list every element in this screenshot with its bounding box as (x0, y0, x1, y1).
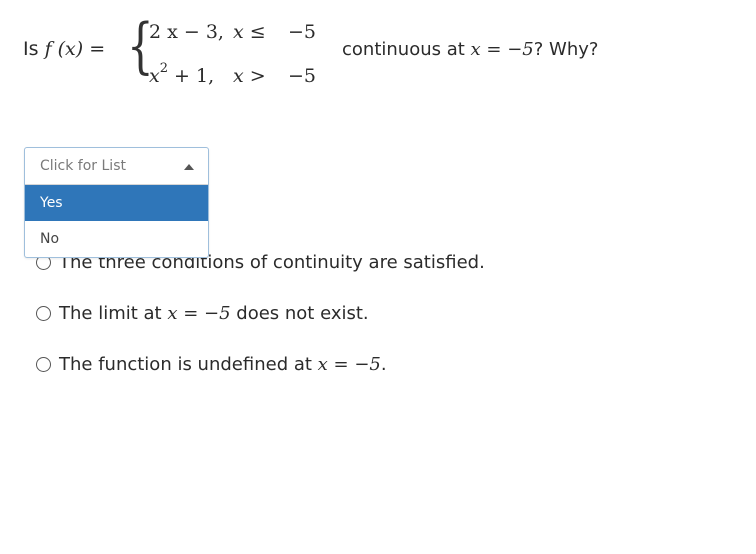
radio-button[interactable] (36, 306, 51, 321)
piece2-value: −5 (288, 65, 317, 87)
option-label: Yes (40, 195, 63, 211)
function-lhs: f (x) = (44, 38, 106, 60)
suffix-math: x = −5 (470, 39, 534, 60)
radio-button[interactable] (36, 357, 51, 372)
piece2-expression: x2 + 1, (149, 61, 233, 87)
choice-label-math: x = −5 (167, 303, 231, 324)
question-is-word: Is (23, 38, 39, 60)
choice-label-post: . (380, 354, 387, 375)
choice-label-pre: The function is undefined at (59, 354, 318, 375)
suffix-end: ? Why? (533, 39, 599, 60)
piece2-condition: x > (233, 65, 266, 87)
dropdown-option-yes[interactable]: Yes (25, 185, 208, 221)
piece-row-2: x2 + 1, x > −5 (149, 61, 316, 87)
piece2-rest: + 1, (168, 65, 215, 87)
piece1-condition: x ≤ (233, 21, 266, 43)
choice-label-pre: The limit at (59, 303, 168, 324)
choice-function-undefined[interactable]: The function is undefined at x = −5. (36, 354, 387, 375)
piece1-value: −5 (288, 21, 317, 43)
piece2-exponent: 2 (159, 61, 168, 76)
question-suffix: continuous at x = −5? Why? (342, 39, 598, 60)
choice-label-post: does not exist. (230, 303, 369, 324)
caret-up-icon (184, 164, 194, 170)
piece1-expression: 2 x − 3, (149, 21, 224, 43)
question-text: Is f (x) = { 2 x − 3, x ≤ −5 x2 + 1, x > −5 … (23, 16, 723, 87)
option-label: No (40, 231, 60, 247)
piece-row-1: 2 x − 3, x ≤ −5 (149, 21, 316, 43)
choice-label-math: x = −5 (317, 354, 381, 375)
dropdown-placeholder: Click for List (40, 158, 126, 174)
suffix-text: continuous at (342, 39, 471, 60)
dropdown-toggle[interactable]: Click for List (25, 148, 208, 185)
choice-limit-not-exist[interactable]: The limit at x = −5 does not exist. (36, 303, 369, 324)
answer-dropdown[interactable]: Click for List Yes No (24, 147, 209, 258)
piece2-base: x (149, 65, 160, 87)
question-prefix: Is f (x) = (23, 38, 105, 60)
dropdown-option-no[interactable]: No (25, 221, 208, 257)
